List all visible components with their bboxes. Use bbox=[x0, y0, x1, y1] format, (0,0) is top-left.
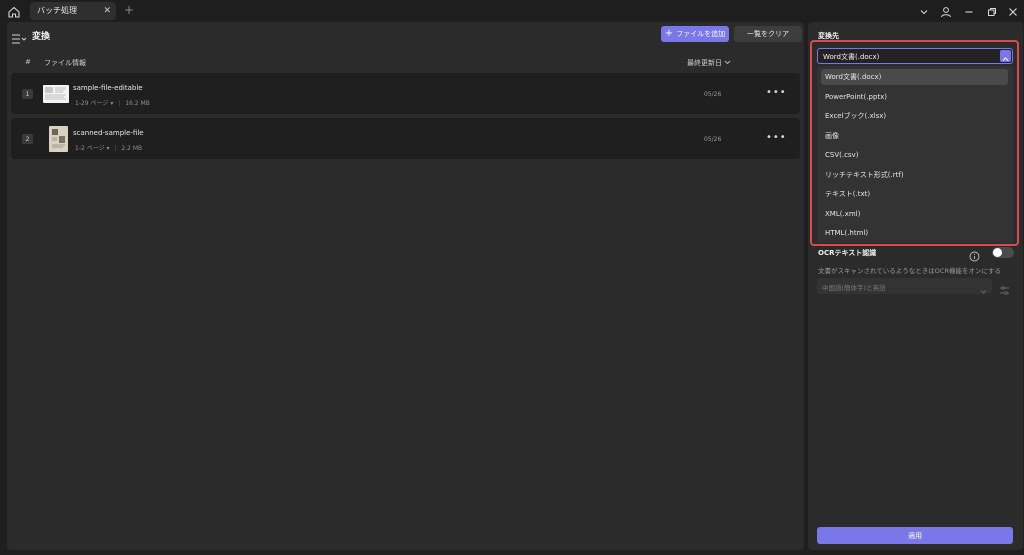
column-file-info: ファイル情報 bbox=[44, 59, 86, 67]
file-thumbnail bbox=[43, 85, 69, 103]
user-icon[interactable] bbox=[939, 4, 953, 18]
clear-list-button[interactable]: 一覧をクリア bbox=[734, 26, 802, 42]
more-options-icon[interactable]: ••• bbox=[766, 87, 787, 98]
file-name: sample-file-editable bbox=[73, 84, 143, 92]
file-date: 05/26 bbox=[704, 91, 722, 98]
format-option[interactable]: テキスト(.txt) bbox=[821, 186, 1008, 202]
tab-label: バッチ処理 bbox=[37, 6, 77, 15]
row-index: 1 bbox=[22, 89, 33, 99]
title-bar: バッチ処理 ✕ + bbox=[0, 0, 1024, 22]
ocr-language-select[interactable]: 中国語(簡体字)と英語 bbox=[817, 278, 992, 294]
column-index: # bbox=[25, 58, 31, 66]
home-icon[interactable] bbox=[7, 4, 21, 18]
file-meta: 1-2 ページ ▾ | 2.2 MB bbox=[75, 145, 143, 152]
format-option[interactable]: PowerPoint(.pptx) bbox=[821, 89, 1008, 105]
chevron-up-icon[interactable] bbox=[1000, 50, 1011, 62]
page-range[interactable]: 1-29 ページ ▾ bbox=[75, 100, 113, 107]
page-range[interactable]: 1-2 ページ ▾ bbox=[75, 145, 110, 152]
format-select[interactable]: Word文書(.docx) bbox=[817, 48, 1013, 64]
file-list-panel: 変換 + ファイルを追加 一覧をクリア # ファイル情報 最終更新日 1 sam… bbox=[7, 22, 804, 550]
column-last-modified[interactable]: 最終更新日 bbox=[687, 58, 731, 68]
format-select-value: Word文書(.docx) bbox=[823, 53, 880, 61]
format-option[interactable]: Word文書(.docx) bbox=[821, 69, 1008, 85]
file-size: 16.2 MB bbox=[125, 100, 150, 107]
ocr-label: OCRテキスト認識 bbox=[818, 249, 877, 257]
file-name: scanned-sample-file bbox=[73, 129, 144, 137]
sort-chevron-icon bbox=[724, 60, 731, 65]
page-title: 変換 bbox=[32, 32, 51, 42]
file-thumbnail bbox=[49, 126, 68, 152]
format-option[interactable]: CSV(.csv) bbox=[821, 147, 1008, 163]
chevron-down-icon[interactable] bbox=[917, 4, 931, 18]
info-icon[interactable] bbox=[969, 247, 980, 262]
file-size: 2.2 MB bbox=[121, 145, 143, 152]
list-menu-icon[interactable] bbox=[11, 30, 29, 44]
add-file-button[interactable]: + ファイルを追加 bbox=[661, 26, 729, 42]
minimize-icon[interactable] bbox=[962, 4, 976, 18]
file-meta: 1-29 ページ ▾ | 16.2 MB bbox=[75, 100, 150, 107]
toggle-knob bbox=[993, 248, 1002, 257]
plus-icon: + bbox=[664, 28, 674, 39]
add-file-label: ファイルを追加 bbox=[676, 30, 726, 38]
format-option[interactable]: 画像 bbox=[821, 128, 1008, 144]
row-index: 2 bbox=[22, 134, 33, 144]
close-icon[interactable]: ✕ bbox=[103, 5, 111, 17]
apply-label: 適用 bbox=[908, 531, 922, 540]
format-option[interactable]: HTML(.html) bbox=[821, 225, 1008, 241]
format-option[interactable]: リッチテキスト形式(.rtf) bbox=[821, 167, 1008, 183]
more-options-icon[interactable]: ••• bbox=[766, 132, 787, 143]
table-row[interactable]: 1 sample-file-editable 1-29 ページ ▾ | 16.2… bbox=[11, 73, 800, 114]
ocr-toggle[interactable] bbox=[992, 247, 1014, 258]
restore-icon[interactable] bbox=[985, 4, 999, 18]
close-window-icon[interactable] bbox=[1006, 4, 1020, 18]
sliders-icon[interactable] bbox=[999, 281, 1010, 295]
apply-button[interactable]: 適用 bbox=[817, 527, 1013, 544]
format-option[interactable]: XML(.xml) bbox=[821, 206, 1008, 222]
file-date: 05/26 bbox=[704, 136, 722, 143]
column-last-modified-label: 最終更新日 bbox=[687, 59, 722, 67]
add-tab-icon[interactable]: + bbox=[124, 3, 134, 17]
ocr-language-value: 中国語(簡体字)と英語 bbox=[822, 284, 886, 292]
settings-panel: 変換先 Word文書(.docx) Word文書(.docx) PowerPoi… bbox=[808, 22, 1023, 550]
clear-list-label: 一覧をクリア bbox=[747, 30, 789, 38]
format-dropdown: Word文書(.docx) PowerPoint(.pptx) Excelブック… bbox=[817, 66, 1013, 243]
chevron-down-icon bbox=[979, 281, 988, 294]
table-row[interactable]: 2 scanned-sample-file 1-2 ページ ▾ | 2.2 MB… bbox=[11, 118, 800, 159]
ocr-description: 文書がスキャンされているようなときはOCR機能をオンにする bbox=[818, 267, 1002, 275]
format-option[interactable]: Excelブック(.xlsx) bbox=[821, 108, 1008, 124]
tab-batch[interactable]: バッチ処理 ✕ bbox=[30, 2, 116, 20]
